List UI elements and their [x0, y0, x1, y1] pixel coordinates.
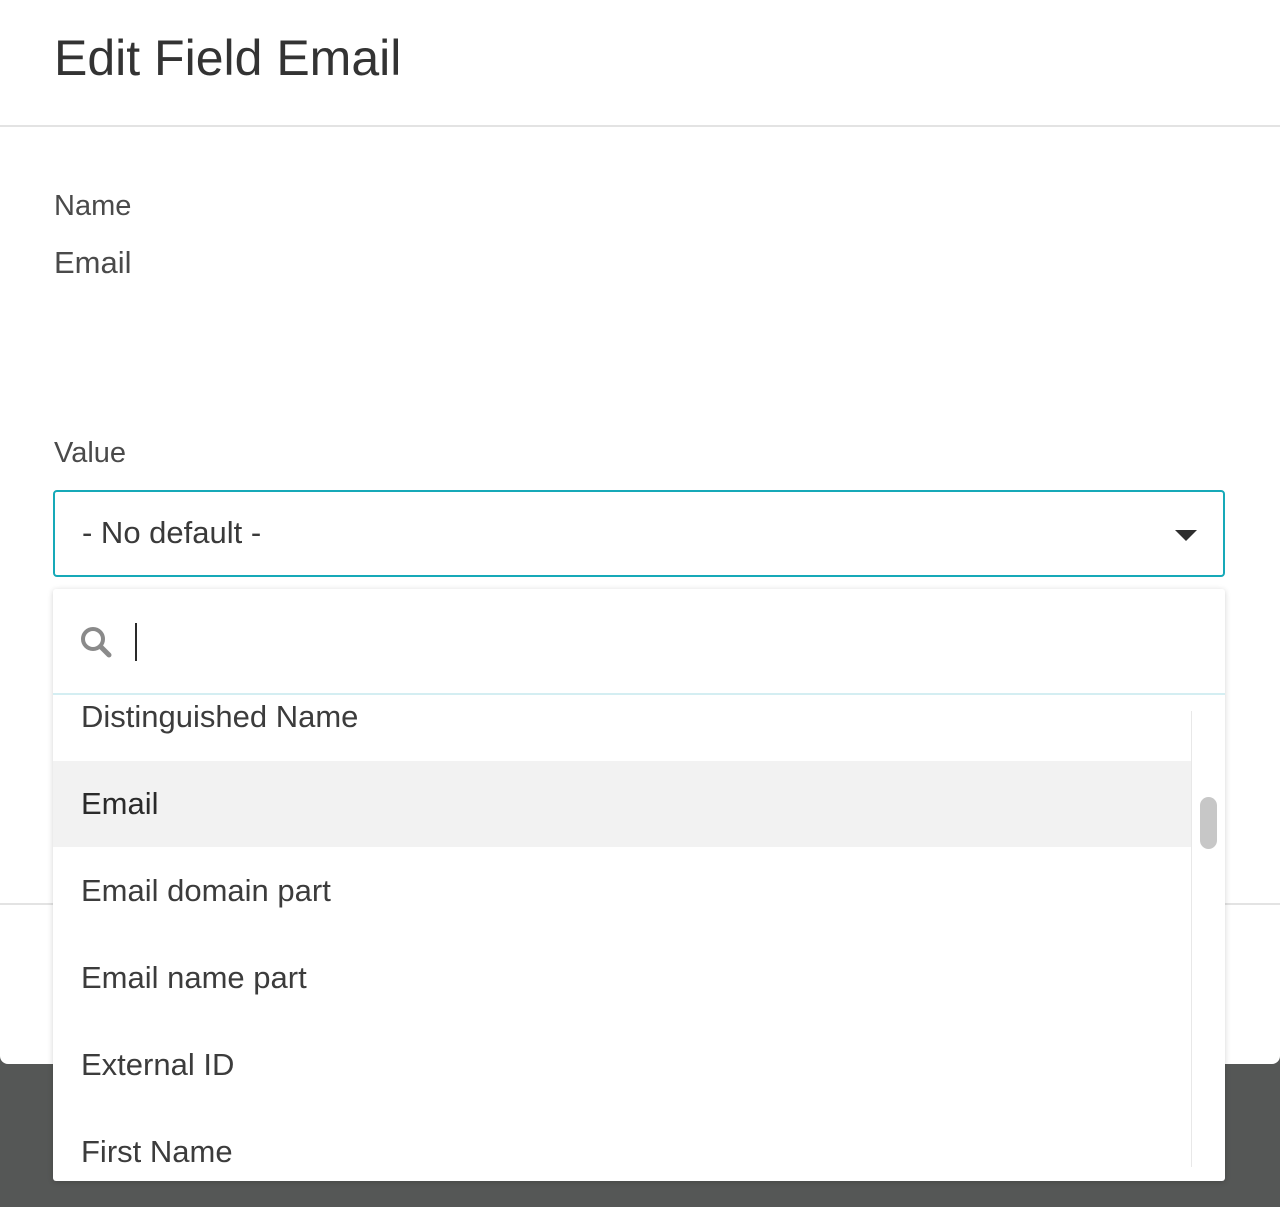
- dropdown-scrollbar[interactable]: [1191, 711, 1225, 1167]
- value-select-current: - No default -: [82, 515, 262, 550]
- text-cursor: [135, 623, 137, 661]
- value-label: Value: [54, 437, 127, 469]
- modal-title: Edit Field Email: [54, 30, 402, 86]
- dropdown-option[interactable]: First Name: [53, 1109, 1191, 1164]
- dropdown-option[interactable]: External ID: [53, 1022, 1191, 1108]
- dropdown-options-list[interactable]: Distinguished Name Email Email domain part…: [53, 684, 1191, 1164]
- dropdown-search-row: [53, 589, 1225, 695]
- dropdown-option[interactable]: Email domain part: [53, 848, 1191, 934]
- value-select[interactable]: - No default -: [53, 490, 1225, 577]
- dropdown-option[interactable]: Distinguished Name: [53, 684, 1191, 760]
- value-dropdown: Distinguished Name Email Email domain part…: [53, 589, 1225, 1181]
- dropdown-option[interactable]: Email: [53, 761, 1191, 847]
- name-value: Email: [54, 245, 132, 280]
- dropdown-search-input[interactable]: [129, 619, 1189, 663]
- name-label: Name: [54, 190, 132, 222]
- search-icon: [81, 627, 112, 658]
- chevron-down-icon[interactable]: [1175, 530, 1197, 541]
- modal-header: Edit Field Email: [0, 0, 1280, 127]
- dropdown-option[interactable]: Email name part: [53, 935, 1191, 1021]
- dropdown-scrollbar-thumb[interactable]: [1200, 797, 1217, 849]
